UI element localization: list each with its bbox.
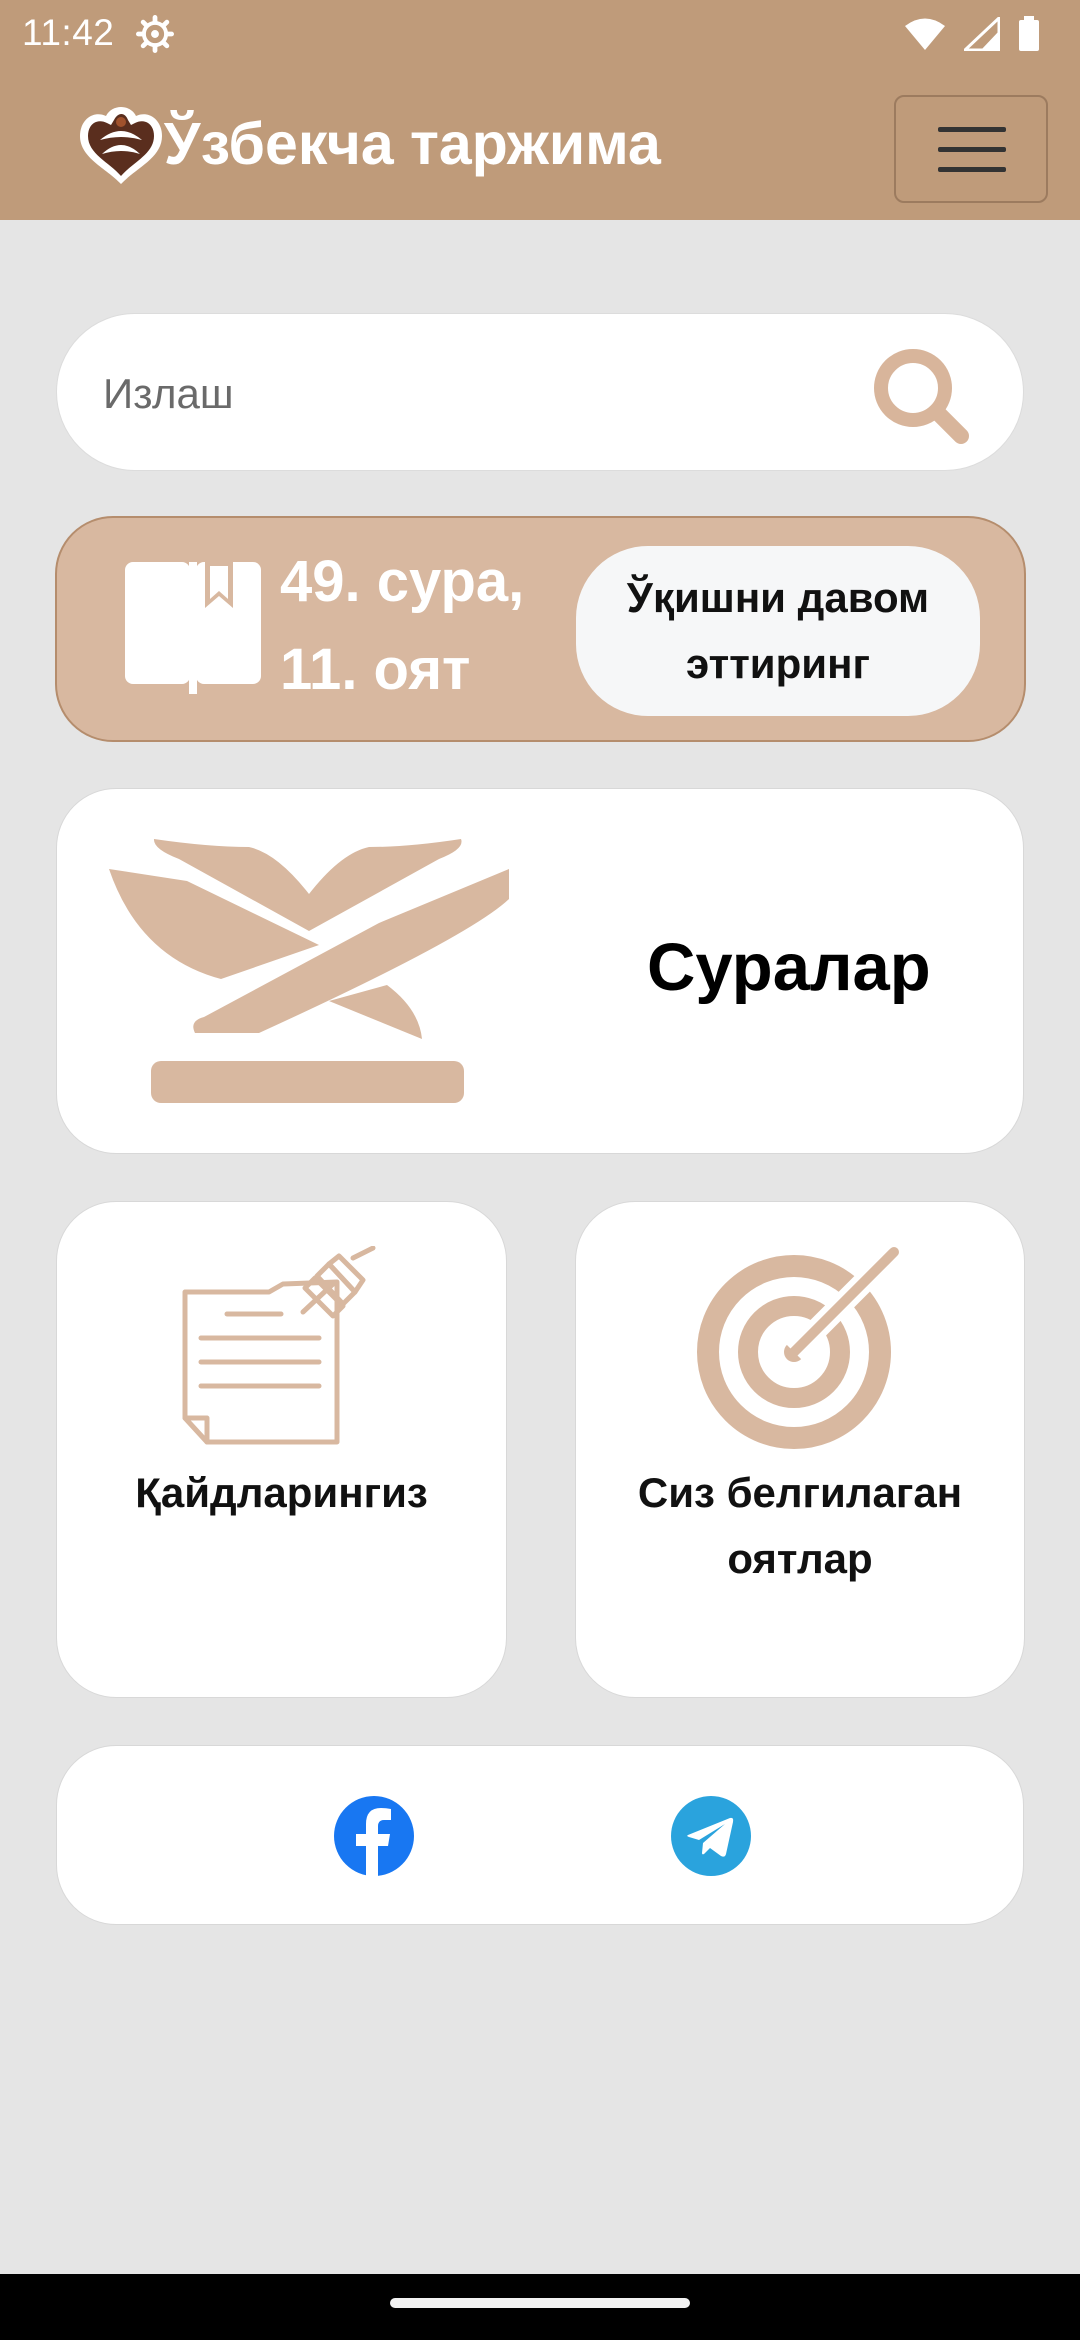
wifi-icon <box>905 18 945 50</box>
quran-stand-icon <box>109 839 509 1103</box>
continue-button-line-2: эттиринг <box>686 640 870 687</box>
facebook-icon[interactable] <box>334 1796 414 1876</box>
home-indicator[interactable] <box>390 2298 690 2308</box>
battery-icon <box>1019 16 1039 51</box>
menu-button[interactable] <box>894 95 1048 203</box>
continue-reading-card[interactable]: 49. сура, 11. оят Ўқишни давом эттиринг <box>55 516 1026 742</box>
surahs-card[interactable]: Суралар <box>56 788 1024 1154</box>
ayah-number: 11. оят <box>280 637 471 702</box>
book-bookmark-icon <box>125 562 261 694</box>
app-title: Ўзбекча таржима <box>164 111 661 177</box>
search-input[interactable] <box>101 358 865 430</box>
status-bar: 11:42 <box>0 0 1080 66</box>
target-icon <box>697 1246 902 1449</box>
menu-bar-line <box>938 147 1006 152</box>
marked-verses-card[interactable]: Сиз белгилаган оятлар <box>575 1201 1025 1698</box>
social-links-card <box>56 1745 1024 1925</box>
surahs-label: Суралар <box>647 930 931 1005</box>
notes-pin-icon <box>182 1246 376 1445</box>
surah-number: 49. сура, <box>280 549 525 614</box>
notes-card[interactable]: Қайдларингиз <box>56 1201 507 1698</box>
menu-bar-line <box>938 127 1006 132</box>
cellular-signal-icon <box>964 17 1000 51</box>
logo-icon <box>80 107 162 184</box>
search-box[interactable] <box>56 313 1024 471</box>
continue-reading-button[interactable]: Ўқишни давом эттиринг <box>576 546 980 716</box>
telegram-icon[interactable] <box>671 1796 751 1876</box>
status-icons <box>904 14 1040 54</box>
app-bar: Ўзбекча таржима <box>0 66 1080 220</box>
marked-label-line-2: оятлар <box>727 1535 873 1582</box>
marked-label-line-1: Сиз белгилаган <box>637 1469 963 1516</box>
system-navigation-bar <box>0 2274 1080 2340</box>
continue-button-line-1: Ўқишни давом <box>626 574 930 621</box>
notes-label: Қайдларингиз <box>135 1469 428 1516</box>
menu-bar-line <box>938 167 1006 172</box>
status-time: 11:42 <box>22 12 115 53</box>
search-icon[interactable] <box>865 340 975 450</box>
settings-gear-icon <box>136 15 174 53</box>
